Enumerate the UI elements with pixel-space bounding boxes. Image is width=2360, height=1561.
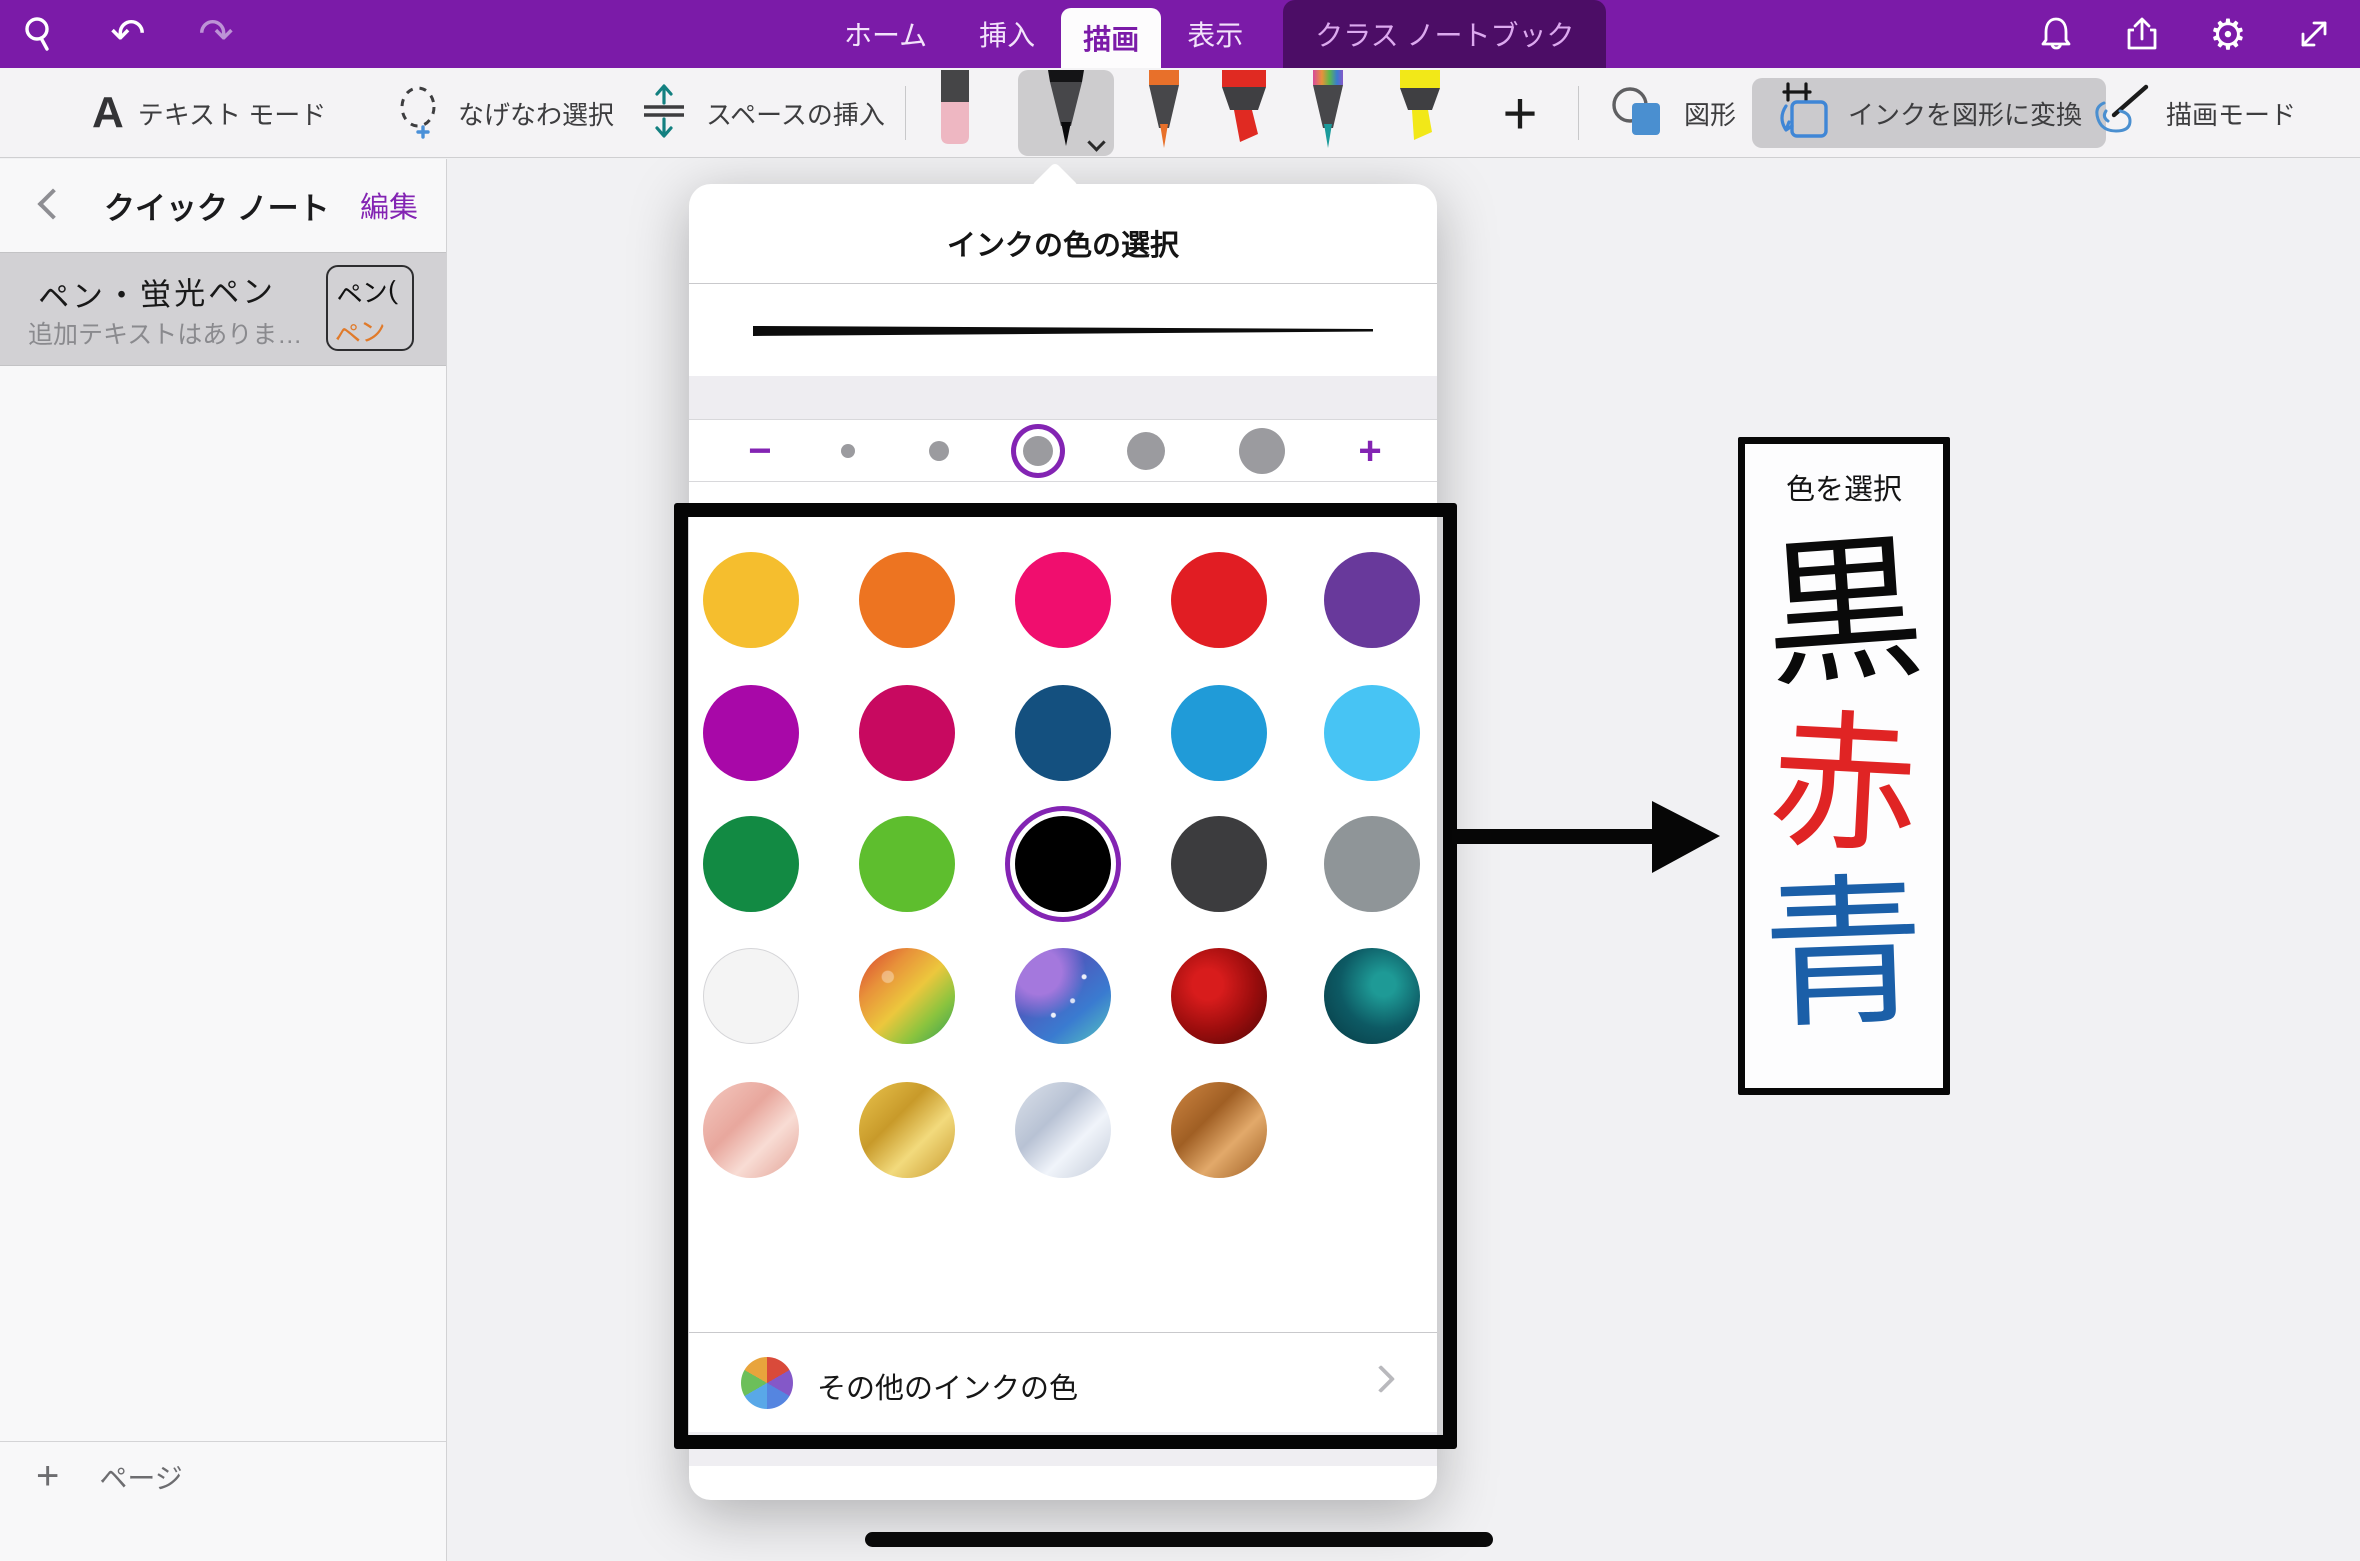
shapes-button[interactable]: 図形 [1608, 68, 1736, 158]
text-mode-icon: A [92, 88, 124, 138]
draw-mode-button[interactable]: 描画モード [2090, 68, 2296, 158]
ink-to-shape-button[interactable]: インクを図形に変換 [1752, 78, 2106, 148]
redo-button[interactable]: ↷ [194, 12, 238, 56]
page-item-title: ペン・蛍光ペン [37, 266, 276, 317]
rainbow-pen-tool[interactable] [1300, 70, 1356, 159]
thickness-increase-button[interactable]: + [1345, 426, 1395, 476]
thickness-dot-2[interactable] [929, 441, 949, 461]
handwritten-char-2: 赤 [1741, 704, 1947, 864]
thickness-dot-5[interactable] [1239, 428, 1285, 474]
settings-gear-icon[interactable]: ⚙ [2206, 12, 2250, 56]
popover-title: インクの色の選択 [689, 222, 1437, 264]
text-mode-button[interactable]: A テキスト モード [92, 68, 326, 158]
plus-icon: + [36, 1454, 59, 1499]
popover-pointer [1031, 162, 1079, 210]
insert-space-button[interactable]: スペースの挿入 [636, 68, 885, 158]
tab-class-notebook[interactable]: クラス ノートブック [1283, 0, 1606, 68]
yellow-highlighter-tool[interactable] [1388, 70, 1452, 159]
fullscreen-expand-icon[interactable] [2292, 12, 2336, 56]
page-item-subtitle: 追加テキストはありま… [28, 315, 302, 351]
draw-mode-hand-icon [2090, 81, 2152, 146]
draw-toolbar: A テキスト モード なげなわ選択 スペースの挿入 [0, 68, 2360, 158]
thickness-dot-3[interactable] [1023, 436, 1053, 466]
shapes-icon [1608, 81, 1670, 146]
edit-button[interactable]: 編集 [360, 184, 418, 226]
stroke-preview [689, 284, 1437, 376]
page-list-item-selected[interactable]: ペン・蛍光ペン 追加テキストはありま… ペン( ペン [0, 252, 446, 366]
eraser-tool[interactable] [926, 70, 984, 155]
thickness-dot-4[interactable] [1127, 432, 1165, 470]
tab-insert[interactable]: 挿入 [953, 0, 1061, 68]
annotation-color-box: 色を選択 黒赤青 [1738, 437, 1950, 1095]
annotation-rectangle [674, 503, 1457, 1449]
page-thumbnail: ペン( ペン [326, 265, 414, 351]
toolbar-separator [905, 86, 906, 140]
thickness-decrease-button[interactable]: − [735, 426, 785, 476]
tab-draw[interactable]: 描画 [1061, 8, 1161, 68]
thickness-selector: − + [689, 420, 1437, 482]
share-icon[interactable] [2120, 12, 2164, 56]
back-chevron-icon[interactable] [36, 193, 60, 217]
toolbar-separator [1578, 86, 1579, 140]
app-window: ↶ ↷ ホーム 挿入 描画 表示 クラス ノートブック ⚙ A テキ [0, 0, 2360, 1561]
pen-options-chevron-icon[interactable] [1090, 134, 1104, 148]
handwritten-char-1: 黒 [1740, 527, 1949, 698]
drawn-ink-stroke [865, 1532, 1493, 1547]
add-pen-button[interactable]: + [1488, 68, 1552, 158]
thickness-dot-1[interactable] [841, 444, 855, 458]
ink-to-shape-icon [1776, 80, 1834, 147]
tab-home[interactable]: ホーム [818, 0, 953, 68]
tab-view[interactable]: 表示 [1161, 0, 1269, 68]
add-page-button[interactable]: + ページ [0, 1441, 446, 1511]
orange-pen-tool[interactable] [1136, 70, 1192, 159]
red-marker-tool[interactable] [1212, 70, 1276, 159]
insert-space-icon [636, 81, 692, 146]
search-icon[interactable] [18, 12, 62, 56]
page-sidebar: クイック ノート 編集 ペン・蛍光ペン 追加テキストはありま… ペン( ペン +… [0, 159, 447, 1561]
undo-button[interactable]: ↶ [106, 12, 150, 56]
thickness-dots [841, 420, 1285, 482]
black-pen-tool-selected[interactable] [1018, 70, 1114, 156]
notebook-title: クイック ノート [104, 183, 330, 228]
thickness-band [689, 376, 1437, 420]
lasso-select-button[interactable]: なげなわ選択 [392, 68, 614, 158]
top-bar: ↶ ↷ ホーム 挿入 描画 表示 クラス ノートブック ⚙ [0, 0, 2360, 68]
lasso-icon [392, 83, 444, 144]
notifications-bell-icon[interactable] [2034, 12, 2078, 56]
handwritten-char-3: 青 [1742, 871, 1946, 1040]
annotation-box-title: 色を選択 [1745, 466, 1943, 508]
ribbon-tabs: ホーム 挿入 描画 表示 クラス ノートブック [818, 0, 1606, 68]
annotation-arrow [1452, 795, 1724, 884]
